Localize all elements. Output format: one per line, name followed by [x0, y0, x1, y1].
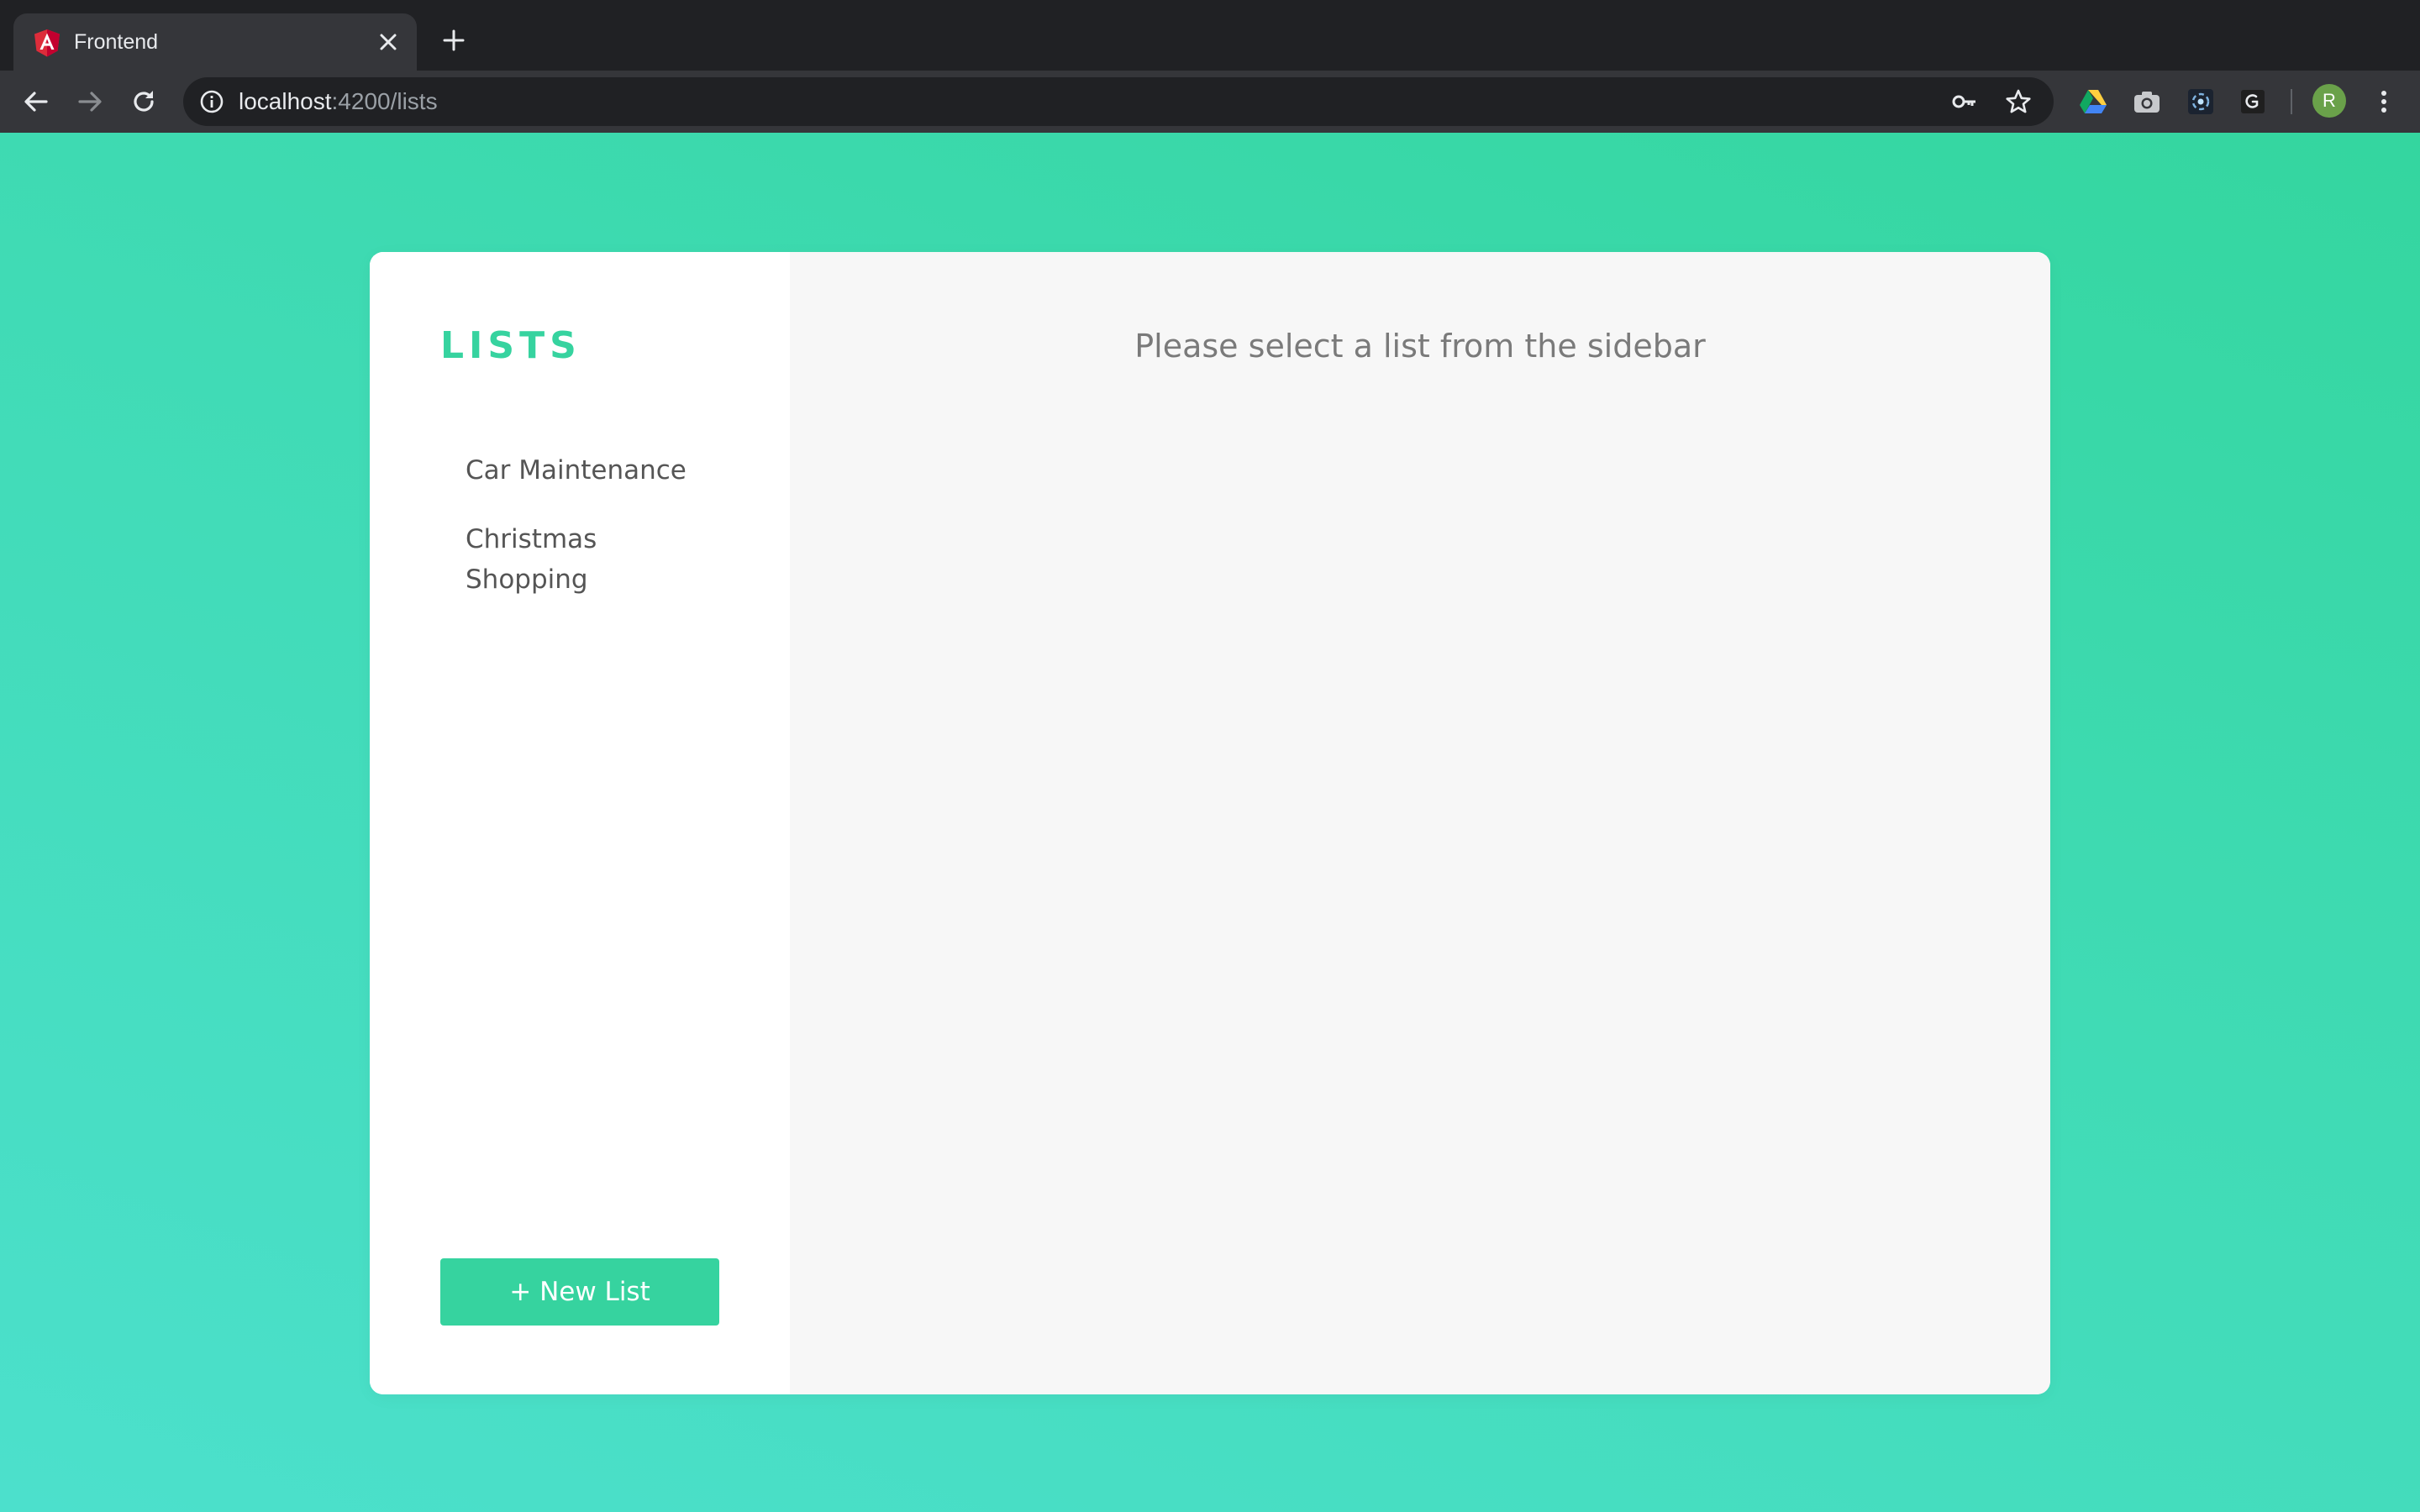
info-icon[interactable]	[198, 88, 225, 115]
plus-icon	[443, 29, 465, 51]
browser-chrome: Frontend localhost:4200/lists R	[0, 0, 2420, 133]
star-icon[interactable]	[2005, 88, 2032, 115]
page-background: LISTS Car Maintenance Christmas Shopping…	[0, 133, 2420, 1512]
extension-g-icon[interactable]	[2235, 84, 2270, 119]
google-drive-icon[interactable]	[2075, 84, 2111, 119]
reload-button[interactable]	[126, 84, 161, 119]
list-menu: Car Maintenance Christmas Shopping	[440, 437, 743, 615]
browser-toolbar: localhost:4200/lists R	[0, 71, 2420, 133]
new-list-button[interactable]: + New List	[440, 1258, 719, 1326]
reload-icon	[134, 91, 154, 112]
list-item-car-maintenance[interactable]: Car Maintenance	[440, 437, 743, 504]
address-bar[interactable]: localhost:4200/lists	[183, 77, 2054, 126]
url-text[interactable]: localhost:4200/lists	[239, 87, 438, 117]
sidebar: LISTS Car Maintenance Christmas Shopping…	[370, 252, 790, 1394]
camera-icon[interactable]	[2129, 84, 2165, 119]
new-tab-button[interactable]	[437, 24, 471, 57]
tab-strip: Frontend	[0, 0, 2420, 71]
tab-title: Frontend	[74, 30, 159, 54]
list-item-christmas-shopping[interactable]: Christmas Shopping	[440, 506, 743, 613]
url-host: localhost	[239, 88, 332, 114]
task-manager-card: LISTS Car Maintenance Christmas Shopping…	[370, 252, 2050, 1394]
extension-galaxy-icon[interactable]	[2183, 84, 2218, 119]
back-button[interactable]	[18, 84, 54, 119]
profile-avatar[interactable]: R	[2312, 84, 2346, 118]
more-vertical-icon[interactable]	[2366, 84, 2402, 119]
main-panel: Please select a list from the sidebar	[790, 252, 2050, 1394]
url-path: :4200/lists	[331, 88, 438, 114]
empty-state-message: Please select a list from the sidebar	[1134, 328, 1706, 365]
arrow-right-icon	[78, 92, 102, 112]
sidebar-title: LISTS	[440, 324, 581, 367]
browser-tab[interactable]: Frontend	[13, 13, 417, 71]
forward-button[interactable]	[72, 84, 108, 119]
close-tab-icon[interactable]	[375, 29, 402, 55]
arrow-left-icon	[24, 92, 48, 112]
key-icon[interactable]	[1951, 88, 1978, 115]
toolbar-divider	[2291, 89, 2292, 114]
angular-logo-icon	[34, 29, 60, 57]
